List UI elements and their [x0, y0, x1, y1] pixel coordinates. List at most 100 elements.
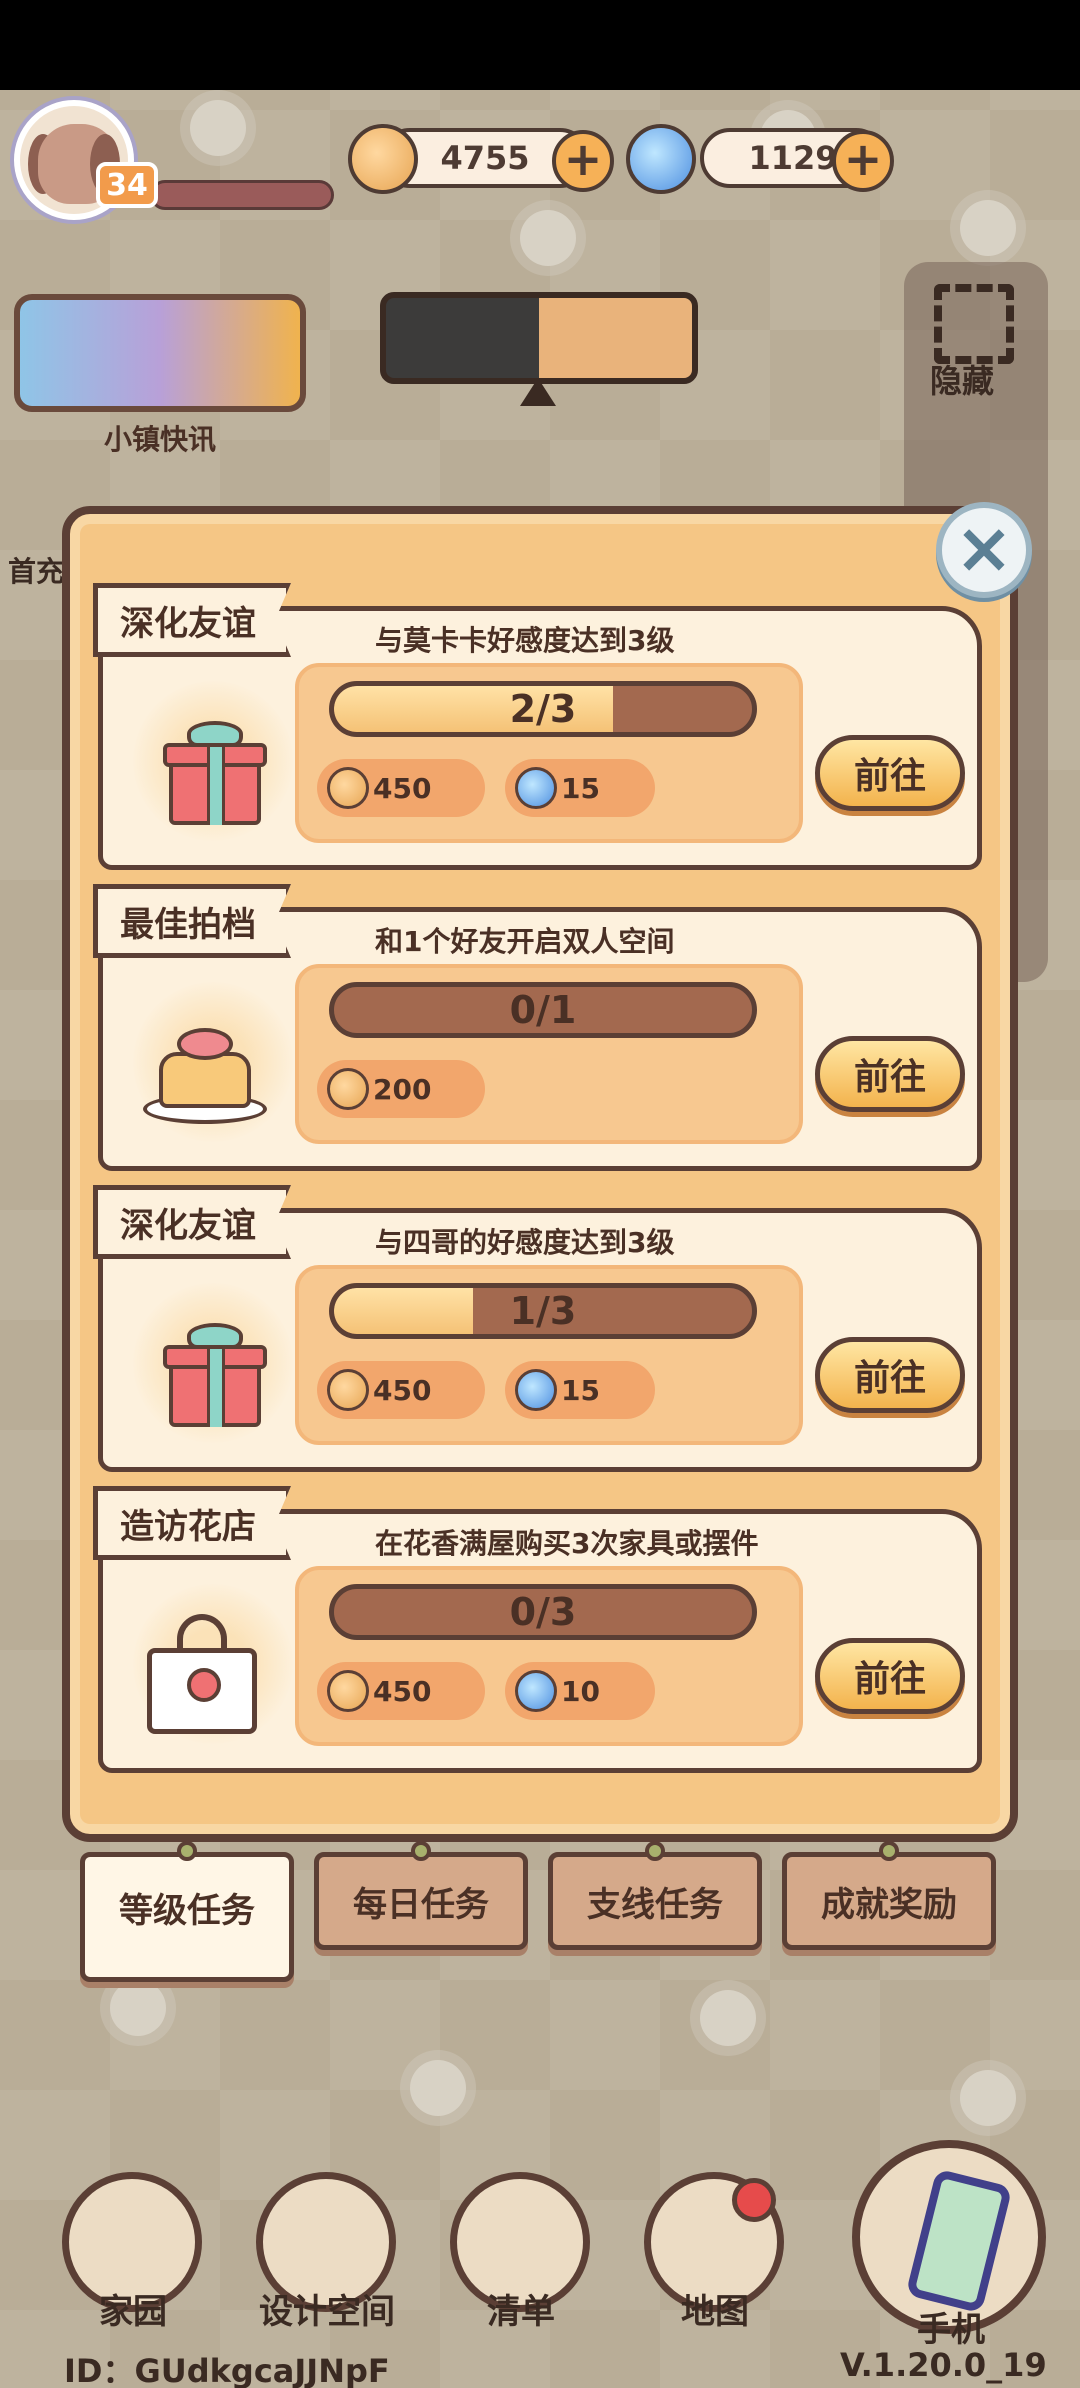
progress-text: 0/3 [509, 1590, 577, 1634]
tab-label: 支线任务 [587, 1884, 723, 1925]
reward-amount: 15 [561, 1373, 600, 1407]
coin-icon [327, 1068, 369, 1110]
sun-decoration [700, 1990, 756, 2046]
reward-amount: 450 [373, 1674, 432, 1708]
nav-label-map[interactable]: 地图 [620, 2284, 810, 2333]
tab-achievements[interactable]: 成就奖励 [782, 1841, 996, 1950]
reward-coin: 450 [317, 759, 485, 817]
coin-icon [327, 1369, 369, 1411]
xp-bar [150, 180, 334, 210]
gem-icon [515, 1670, 557, 1712]
tab-pin-icon [645, 1841, 665, 1861]
nav-label-list[interactable]: 清单 [426, 2284, 616, 2333]
player-id: ID：GUdkgcaJJNpF [64, 2352, 390, 2388]
progress-bar: 2/3 [329, 681, 757, 737]
coin-icon [327, 1670, 369, 1712]
status-bar [0, 0, 1080, 90]
close-button[interactable]: × [936, 502, 1032, 598]
gem-icon [626, 124, 696, 194]
sun-decoration [520, 210, 576, 266]
level-badge: 34 [96, 162, 158, 208]
task-title: 最佳拍档 [93, 884, 291, 958]
gem-icon [515, 1369, 557, 1411]
sun-decoration [110, 1980, 166, 2036]
tab-label: 每日任务 [353, 1884, 489, 1925]
go-button[interactable]: 前往 [815, 1638, 965, 1714]
progress-bar: 0/1 [329, 982, 757, 1038]
flower-bag-icon [147, 1614, 257, 1734]
reward-amount: 200 [373, 1072, 432, 1106]
task-progress-area: 1/3 450 15 [295, 1265, 803, 1445]
sun-decoration [960, 2070, 1016, 2126]
reward-coin: 200 [317, 1060, 485, 1118]
rewards-row: 450 15 [317, 759, 675, 819]
tab-daily-tasks[interactable]: 每日任务 [314, 1841, 528, 1950]
task-card: 深化友谊 与四哥的好感度达到3级 1/3 450 15 前往 [93, 1185, 982, 1472]
task-card: 最佳拍档 和1个好友开启双人空间 0/1 200 前往 [93, 884, 982, 1171]
rewards-row: 450 15 [317, 1361, 675, 1421]
rewards-row: 450 10 [317, 1662, 675, 1722]
progress-bar: 1/3 [329, 1283, 757, 1339]
tab-pin-icon [411, 1841, 431, 1861]
reward-coin: 450 [317, 1361, 485, 1419]
tab-level-tasks[interactable]: 等级任务 [80, 1841, 294, 1982]
sun-decoration [960, 200, 1016, 256]
rewards-row: 200 [317, 1060, 505, 1120]
progress-text: 2/3 [509, 687, 577, 731]
task-description: 和1个好友开启双人空间 [375, 925, 675, 958]
progress-bar: 0/3 [329, 1584, 757, 1640]
add-coins-button[interactable]: + [552, 130, 614, 192]
reward-gem: 15 [505, 1361, 655, 1419]
town-news-banner[interactable] [14, 294, 306, 412]
sun-decoration [190, 100, 246, 156]
task-title: 深化友谊 [93, 1185, 291, 1259]
reward-amount: 450 [373, 1373, 432, 1407]
go-button[interactable]: 前往 [815, 1036, 965, 1112]
task-description: 与四哥的好感度达到3级 [375, 1226, 675, 1259]
reward-amount: 15 [561, 771, 600, 805]
tab-pin-icon [879, 1841, 899, 1861]
notification-dot [732, 2178, 776, 2222]
reward-amount: 10 [561, 1674, 600, 1708]
task-card: 深化友谊 与莫卡卡好感度达到3级 2/3 450 15 前往 [93, 583, 982, 870]
coin-icon [348, 124, 418, 194]
gift-icon [163, 721, 267, 825]
cake-icon [143, 1022, 267, 1124]
progress-text: 0/1 [509, 988, 577, 1032]
nav-label-phone[interactable]: 手机 [856, 2302, 1046, 2351]
reward-gem: 10 [505, 1662, 655, 1720]
tab-label: 成就奖励 [821, 1884, 957, 1925]
reward-gem: 15 [505, 759, 655, 817]
tab-side-tasks[interactable]: 支线任务 [548, 1841, 762, 1950]
reward-coin: 450 [317, 1662, 485, 1720]
version-label: V.1.20.0_19 [840, 2346, 1047, 2384]
hide-label[interactable]: 隐藏 [930, 356, 994, 402]
coin-icon [327, 767, 369, 809]
phone-screen-icon [905, 2168, 1013, 2314]
reward-amount: 450 [373, 771, 432, 805]
task-progress-area: 2/3 450 15 [295, 663, 803, 843]
weather-pointer-icon [520, 378, 556, 406]
go-button[interactable]: 前往 [815, 735, 965, 811]
tab-pin-icon [177, 1841, 197, 1861]
task-description: 与莫卡卡好感度达到3级 [375, 624, 675, 657]
gift-icon [163, 1323, 267, 1427]
gem-icon [515, 767, 557, 809]
progress-text: 1/3 [509, 1289, 577, 1333]
tab-label: 等级任务 [119, 1891, 255, 1931]
sun-decoration [410, 2060, 466, 2116]
first-charge-label[interactable]: 首充 [8, 550, 64, 590]
task-progress-area: 0/1 200 [295, 964, 803, 1144]
nav-label-home[interactable]: 家园 [38, 2284, 228, 2333]
task-title: 造访花店 [93, 1486, 291, 1560]
nav-label-design[interactable]: 设计空间 [232, 2284, 422, 2333]
task-title: 深化友谊 [93, 583, 291, 657]
go-button[interactable]: 前往 [815, 1337, 965, 1413]
task-progress-area: 0/3 450 10 [295, 1566, 803, 1746]
add-gems-button[interactable]: + [832, 130, 894, 192]
task-description: 在花香满屋购买3次家具或摆件 [375, 1527, 759, 1560]
town-news-label: 小镇快讯 [103, 423, 216, 456]
task-card: 造访花店 在花香满屋购买3次家具或摆件 0/3 450 10 前往 [93, 1486, 982, 1773]
hide-frame-icon[interactable] [934, 284, 1014, 364]
weather-indicator [380, 292, 698, 384]
